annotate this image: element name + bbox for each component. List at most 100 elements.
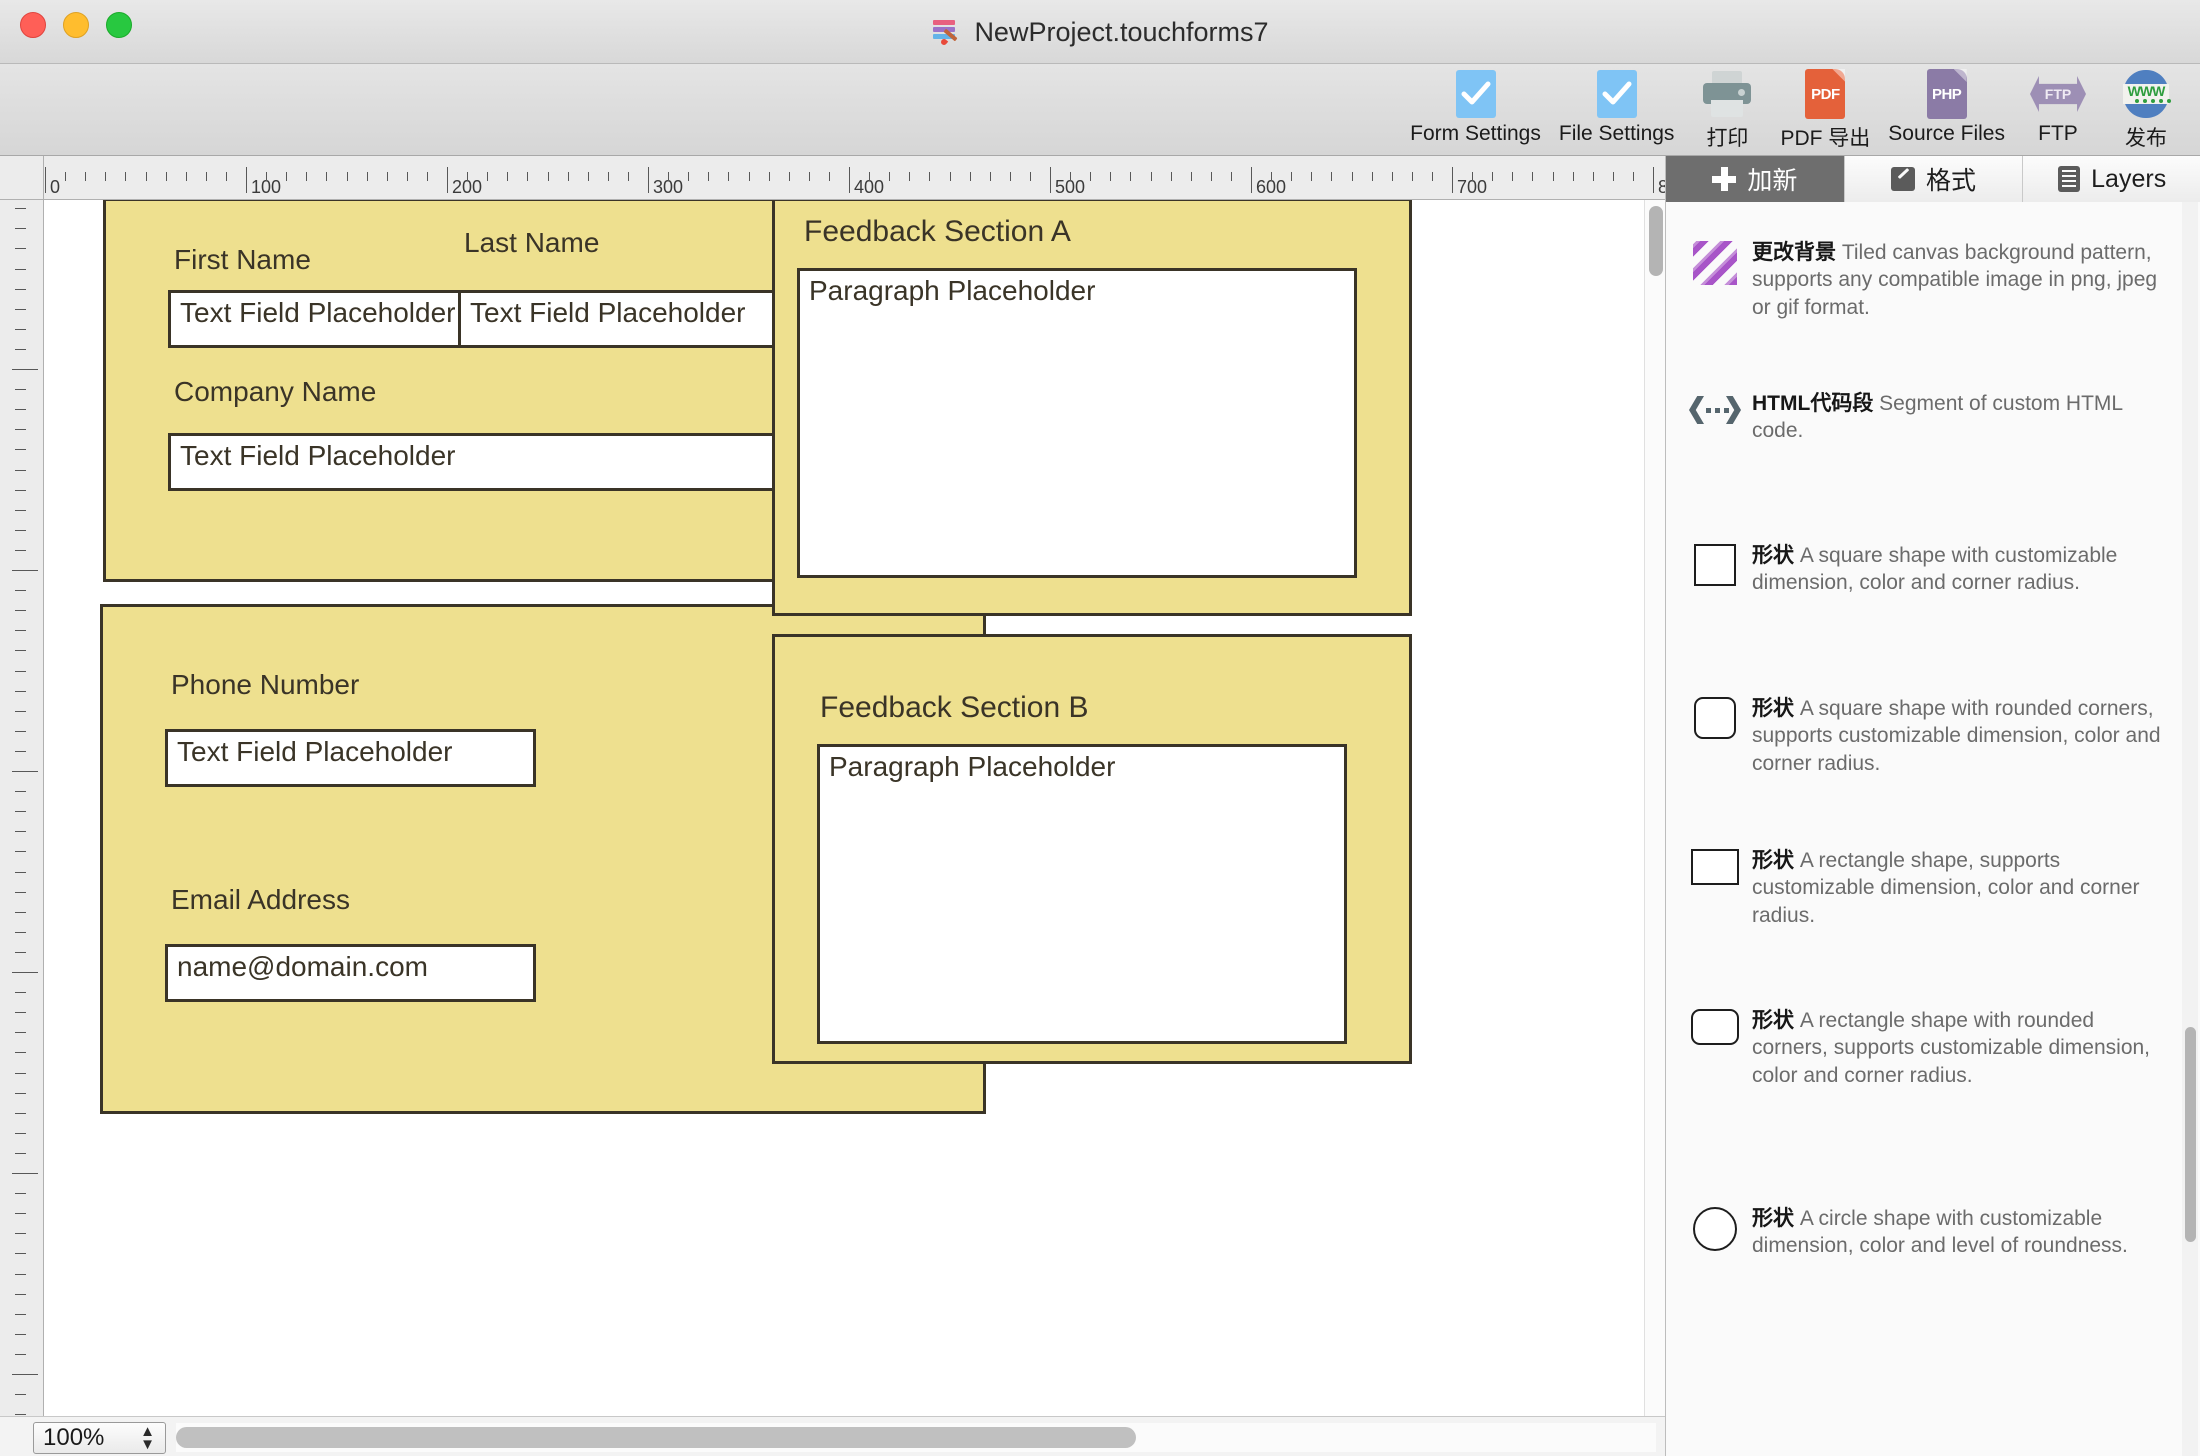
ruler-tick — [15, 490, 26, 491]
ruler-tick — [15, 851, 26, 852]
ruler-tick — [1452, 167, 1453, 193]
ruler-tick — [588, 172, 589, 181]
ruler-tick — [15, 389, 26, 390]
ruler-tick — [889, 172, 890, 181]
ruler-tick — [15, 1133, 26, 1134]
toolbar-publish[interactable]: WWW 发布 — [2102, 64, 2190, 152]
toolbar-print-label: 打印 — [1706, 127, 1749, 150]
ruler-tick — [15, 1253, 26, 1254]
canvas-vertical-scrollbar-thumb[interactable] — [1649, 206, 1663, 276]
toolbar-pdf-export[interactable]: PDF PDF 导出 — [1771, 64, 1879, 152]
ruler-tick — [467, 172, 468, 181]
ruler-tick — [15, 912, 26, 913]
canvas-vertical-scrollbar[interactable] — [1644, 200, 1665, 1416]
design-canvas[interactable]: First Name Text Field Placeholder Last N… — [44, 200, 1665, 1416]
list-item-shape-rectangle[interactable]: 形状 A rectangle shape, supports customiza… — [1666, 847, 2184, 929]
last-name-value: Text Field Placeholder — [470, 297, 746, 328]
ruler-tick — [809, 172, 810, 181]
ruler-tick — [15, 1213, 26, 1214]
diagonal-hatch-icon — [1684, 239, 1746, 321]
toolbar-form-settings[interactable]: Form Settings — [1401, 64, 1550, 146]
php-badge-label: PHP — [1931, 85, 1962, 103]
tab-add-new[interactable]: 加新 — [1666, 156, 1845, 202]
toolbar-print[interactable]: 打印 — [1683, 64, 1771, 152]
feedback-a-panel[interactable]: Feedback Section A Paragraph Placeholder — [772, 200, 1412, 616]
feedback-a-paragraph-field[interactable]: Paragraph Placeholder — [797, 268, 1357, 578]
window-title: NewProject.touchforms7 — [0, 0, 2200, 64]
vertical-ruler[interactable]: 100200300400500600 — [0, 200, 44, 1416]
canvas-horizontal-scrollbar-thumb[interactable] — [176, 1427, 1136, 1448]
ruler-tick — [15, 650, 26, 651]
list-item-shape-square[interactable]: 形状 A square shape with customizable dime… — [1666, 542, 2184, 597]
list-item-shape-rounded-square[interactable]: 形状 A square shape with rounded corners, … — [1666, 695, 2184, 777]
ruler-tick — [1110, 172, 1111, 181]
chevron-down-icon[interactable]: ▼ — [140, 1437, 155, 1452]
ruler-tick — [849, 167, 850, 193]
ruler-tick — [15, 1193, 26, 1194]
ruler-tick — [15, 349, 26, 350]
ruler-tick — [728, 172, 729, 181]
ruler-tick — [15, 1314, 26, 1315]
feedback-b-panel[interactable]: Feedback Section B Paragraph Placeholder — [772, 634, 1412, 1064]
ruler-tick — [15, 1153, 26, 1154]
ruler-tick — [15, 329, 26, 330]
tab-layers[interactable]: Layers — [2023, 156, 2200, 202]
list-item-shape-rounded-rectangle[interactable]: 形状 A rectangle shape with rounded corner… — [1666, 1007, 2184, 1089]
ruler-tick — [15, 228, 26, 229]
list-item-shape-circle[interactable]: 形状 A circle shape with customizable dime… — [1666, 1205, 2184, 1260]
ruler-tick — [15, 289, 26, 290]
www-badge-label: WWW — [2127, 83, 2166, 99]
list-item-change-background[interactable]: 更改背景 Tiled canvas background pattern, su… — [1666, 239, 2184, 321]
feedback-a-title: Feedback Section A — [804, 215, 1071, 248]
item-title: 形状 — [1752, 697, 1794, 720]
ruler-tick — [1291, 172, 1292, 181]
horizontal-ruler[interactable]: 010020030040050060070080 — [44, 156, 1665, 200]
ruler-tick — [1372, 172, 1373, 181]
ruler-tick — [1271, 172, 1272, 181]
toolbar-source-files[interactable]: PHP Source Files — [1879, 64, 2014, 146]
first-name-value: Text Field Placeholder — [180, 297, 456, 328]
ruler-tick — [85, 172, 86, 181]
ruler-tick — [527, 172, 528, 181]
list-item-html-snippet[interactable]: HTML代码段 Segment of custom HTML code. — [1666, 390, 2184, 445]
ruler-tick — [15, 711, 26, 712]
ruler-tick — [1331, 172, 1332, 181]
tab-format-label: 格式 — [1926, 167, 1977, 195]
inspector-scrollbar[interactable] — [2182, 202, 2198, 1456]
ruler-tick — [1191, 172, 1192, 181]
ruler-tick — [286, 172, 287, 181]
item-title: 形状 — [1752, 849, 1794, 872]
canvas-horizontal-scrollbar[interactable] — [176, 1423, 1656, 1452]
ruler-tick — [15, 470, 26, 471]
ruler-tick — [15, 1233, 26, 1234]
pdf-document-icon: PDF — [1805, 68, 1846, 120]
email-address-field[interactable]: name@domain.com — [165, 944, 536, 1002]
ftp-arrows-icon: FTP — [2030, 68, 2086, 120]
phone-number-label: Phone Number — [171, 669, 360, 700]
zoom-stepper[interactable]: 100% ▲ ▼ — [33, 1422, 166, 1454]
ruler-tick — [186, 172, 187, 181]
toolbar-source-files-label: Source Files — [1888, 122, 2005, 145]
ruler-tick — [1633, 172, 1634, 181]
toolbar-file-settings[interactable]: File Settings — [1550, 64, 1684, 146]
inspector-scrollbar-thumb[interactable] — [2185, 1027, 2196, 1242]
rounded-rectangle-icon — [1684, 1007, 1746, 1089]
toolbar-ftp[interactable]: FTP FTP — [2014, 64, 2102, 146]
ruler-tick — [15, 1394, 26, 1395]
add-new-items-list: 更改背景 Tiled canvas background pattern, su… — [1666, 202, 2200, 1456]
ruler-label: 0 — [50, 177, 61, 197]
ruler-tick — [15, 409, 26, 410]
ruler-tick — [1653, 167, 1654, 193]
zoom-stepper-arrows[interactable]: ▲ ▼ — [140, 1424, 155, 1452]
phone-number-field[interactable]: Text Field Placeholder — [165, 729, 536, 787]
blue-checkmark-icon — [1596, 68, 1637, 120]
ruler-tick — [1090, 172, 1091, 181]
feedback-b-paragraph-field[interactable]: Paragraph Placeholder — [817, 744, 1347, 1044]
ruler-tick — [1593, 172, 1594, 181]
ruler-tick — [1573, 172, 1574, 181]
ruler-tick — [15, 1354, 26, 1355]
ruler-tick — [15, 1093, 26, 1094]
ruler-tick — [387, 172, 388, 181]
ruler-tick — [1050, 167, 1051, 193]
tab-format[interactable]: 格式 — [1844, 156, 2024, 202]
